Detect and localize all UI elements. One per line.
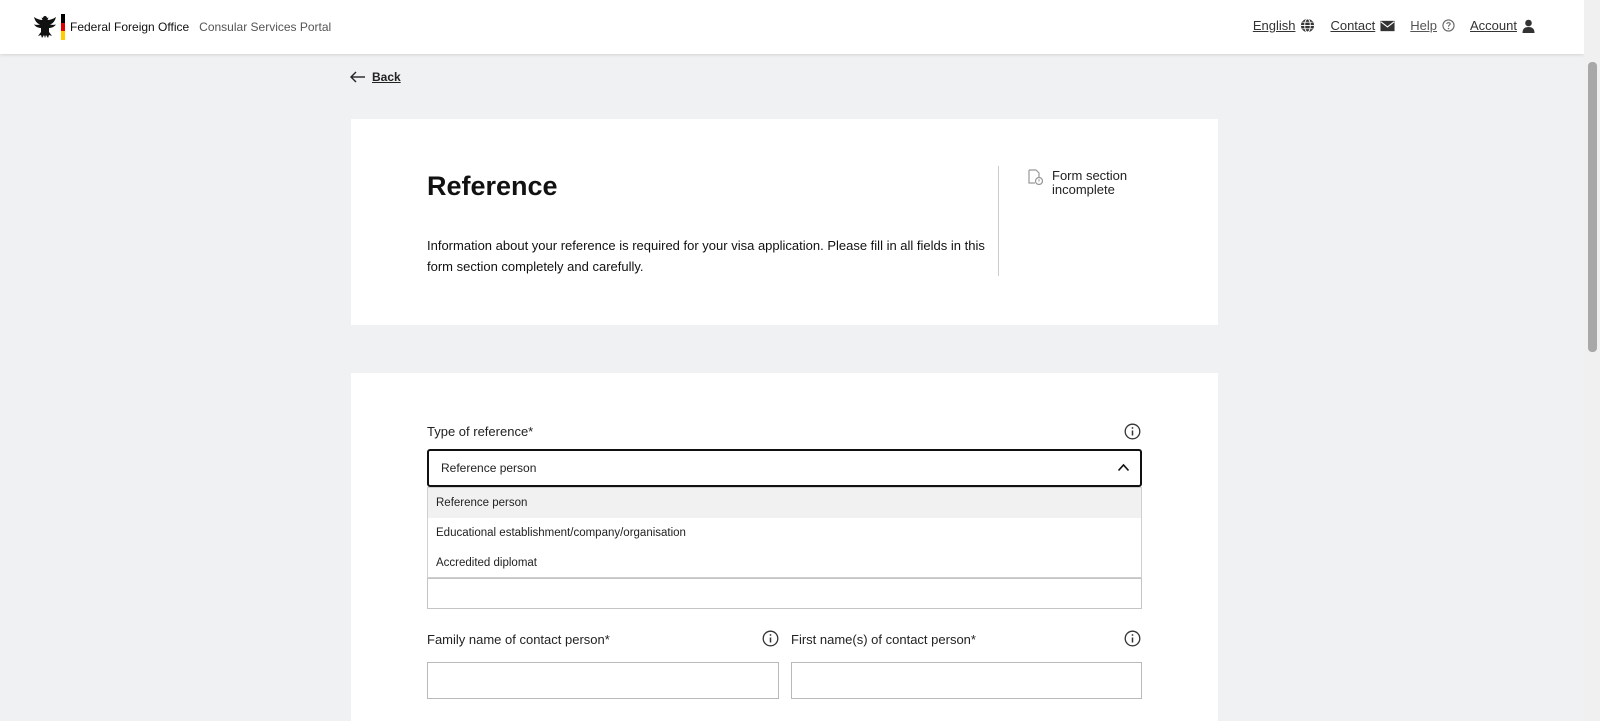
info-icon[interactable] xyxy=(1124,630,1141,647)
language-selector[interactable]: English xyxy=(1253,18,1316,33)
back-link[interactable]: Back xyxy=(350,70,401,84)
arrow-left-icon xyxy=(350,71,365,83)
top-header: Federal Foreign Office Consular Services… xyxy=(0,0,1584,54)
page-title: Reference xyxy=(427,171,558,201)
contact-label: Contact xyxy=(1330,18,1376,33)
first-name-input[interactable] xyxy=(791,662,1142,699)
chevron-up-icon xyxy=(1117,463,1130,472)
section-status: Form section incomplete xyxy=(1027,169,1142,197)
federal-eagle-icon xyxy=(34,16,56,38)
brand-name: Federal Foreign Office xyxy=(70,20,190,34)
help-link[interactable]: Help xyxy=(1410,18,1455,33)
type-of-reference-label: Type of reference* xyxy=(427,424,534,439)
contact-link[interactable]: Contact xyxy=(1330,18,1395,33)
intro-description: Information about your reference is requ… xyxy=(427,238,985,274)
selected-value: Reference person xyxy=(441,461,537,475)
type-of-reference-select[interactable]: Reference person xyxy=(427,449,1142,487)
german-flag-bar xyxy=(61,14,65,41)
top-navigation: English Contact Help Account xyxy=(1238,18,1535,33)
family-name-input[interactable] xyxy=(427,662,779,699)
brand-logo[interactable]: Federal Foreign Office Consular Services… xyxy=(33,14,332,41)
intro-card: Reference Information about your referen… xyxy=(351,119,1218,325)
type-of-reference-dropdown: Reference person Educational establishme… xyxy=(427,487,1142,578)
portal-name: Consular Services Portal xyxy=(199,20,332,34)
back-label: Back xyxy=(372,70,401,84)
info-icon[interactable] xyxy=(1124,423,1141,440)
family-name-label: Family name of contact person* xyxy=(427,632,610,647)
page-scrollbar[interactable] xyxy=(1584,0,1600,721)
reference-name-input[interactable] xyxy=(427,578,1142,609)
help-label: Help xyxy=(1410,18,1438,33)
info-icon[interactable] xyxy=(762,630,779,647)
first-name-label: First name(s) of contact person* xyxy=(791,632,976,647)
vertical-divider xyxy=(998,166,999,276)
section-status-text: Form section incomplete xyxy=(1052,168,1128,197)
account-label: Account xyxy=(1470,18,1517,33)
dropdown-option[interactable]: Accredited diplomat xyxy=(428,548,1141,578)
language-label: English xyxy=(1252,18,1296,33)
account-link[interactable]: Account xyxy=(1470,18,1535,33)
dropdown-option[interactable]: Educational establishment/company/organi… xyxy=(428,518,1141,548)
user-icon xyxy=(1522,19,1535,33)
globe-icon xyxy=(1301,18,1315,33)
envelope-icon xyxy=(1380,20,1395,31)
dropdown-option[interactable]: Reference person xyxy=(428,488,1141,518)
question-circle-icon xyxy=(1442,19,1455,32)
reference-form-card: Type of reference* Reference person Refe… xyxy=(351,373,1218,721)
scrollbar-thumb[interactable] xyxy=(1588,62,1597,352)
document-incomplete-icon xyxy=(1028,169,1043,185)
